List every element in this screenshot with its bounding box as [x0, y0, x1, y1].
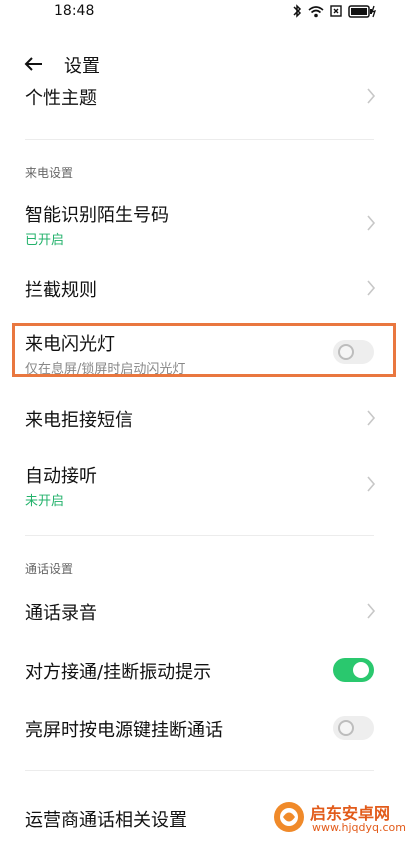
carrier-label: 运营商通话相关设置 — [25, 810, 187, 831]
chevron-right-icon — [367, 88, 376, 104]
auto-answer-status: 未开启 — [25, 494, 65, 509]
divider — [25, 535, 374, 536]
status-bar: 18:48 — [0, 0, 406, 24]
highlight-box — [12, 323, 396, 377]
power-hangup-toggle[interactable] — [333, 716, 374, 740]
vibrate-label: 对方接通/挂断振动提示 — [25, 662, 212, 683]
divider — [25, 770, 374, 771]
list-item-theme[interactable]: 个性主题 — [0, 84, 406, 124]
smart-id-label: 智能识别陌生号码 — [25, 205, 169, 226]
bluetooth-icon — [293, 4, 302, 18]
vibrate-toggle[interactable] — [333, 658, 374, 682]
watermark-url: www.hjqdyq.com — [312, 821, 406, 834]
chevron-right-icon — [367, 410, 376, 426]
list-item-reject-sms[interactable]: 来电拒接短信 — [0, 398, 406, 438]
toggle-knob — [353, 662, 369, 678]
watermark-logo-icon — [274, 802, 304, 832]
list-item-recording[interactable]: 通话录音 — [0, 591, 406, 631]
back-arrow-icon[interactable] — [22, 52, 46, 76]
list-item-power-hangup[interactable]: 亮屏时按电源键挂断通话 — [0, 708, 406, 748]
header-mask — [0, 74, 406, 88]
status-time: 18:48 — [54, 3, 95, 19]
list-item-auto-answer[interactable]: 自动接听 未开启 — [0, 456, 406, 516]
chevron-right-icon — [367, 476, 376, 492]
status-icons — [292, 4, 376, 18]
toggle-knob — [338, 720, 354, 736]
wifi-icon — [308, 5, 324, 17]
sim-blocked-icon — [330, 5, 342, 17]
recording-label: 通话录音 — [25, 603, 97, 624]
divider — [25, 139, 374, 140]
section-call-settings: 来电设置 — [25, 166, 74, 180]
battery-icon — [348, 4, 376, 18]
list-item-intercept[interactable]: 拦截规则 — [0, 268, 406, 308]
chevron-right-icon — [367, 215, 376, 231]
auto-answer-label: 自动接听 — [25, 466, 97, 487]
watermark: 启东安卓网 www.hjqdyq.com — [272, 796, 406, 840]
chevron-right-icon — [367, 280, 376, 296]
smart-id-status: 已开启 — [25, 233, 65, 248]
power-hangup-label: 亮屏时按电源键挂断通话 — [25, 720, 223, 741]
section-talk-settings: 通话设置 — [25, 562, 74, 576]
reject-sms-label: 来电拒接短信 — [25, 410, 133, 431]
list-item-vibrate[interactable]: 对方接通/挂断振动提示 — [0, 650, 406, 690]
chevron-right-icon — [367, 603, 376, 619]
intercept-label: 拦截规则 — [25, 280, 97, 301]
list-item-smart-id[interactable]: 智能识别陌生号码 已开启 — [0, 195, 406, 255]
